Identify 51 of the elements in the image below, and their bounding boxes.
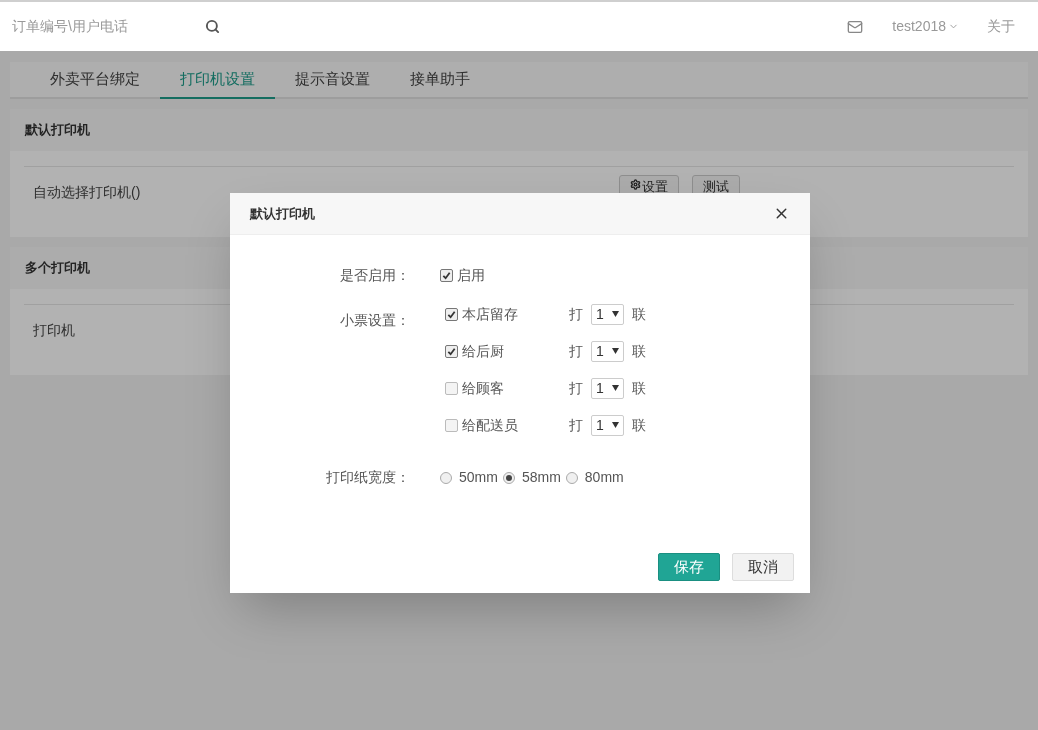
copies-select[interactable]: 1 bbox=[591, 340, 624, 362]
field-label: 是否启用： bbox=[339, 265, 410, 285]
search-field[interactable]: 订单编号\用户电话 bbox=[12, 16, 192, 37]
copies-unit: 联 bbox=[632, 304, 646, 324]
radio-label: 50mm bbox=[459, 468, 498, 487]
printer-name: 自动选择打印机() bbox=[33, 183, 141, 202]
cancel-button[interactable]: 取消 bbox=[732, 553, 794, 581]
checkbox-label: 给顾客 bbox=[462, 378, 504, 398]
checkmark-icon bbox=[442, 270, 451, 280]
tab[interactable]: 提示音设置 bbox=[275, 62, 390, 99]
dropdown-arrow-icon bbox=[612, 385, 619, 391]
printer-name: 打印机 bbox=[33, 321, 75, 340]
gear-icon bbox=[630, 179, 641, 190]
copies-unit: 联 bbox=[632, 378, 646, 398]
dropdown-arrow-icon bbox=[612, 311, 619, 317]
radio-label: 80mm bbox=[584, 468, 624, 487]
copies-select[interactable]: 1 bbox=[591, 377, 624, 399]
print-label: 打 bbox=[569, 378, 583, 398]
print-label: 打 bbox=[569, 415, 583, 435]
copies-unit: 联 bbox=[632, 415, 646, 435]
copies-select[interactable]: 1 bbox=[591, 414, 624, 436]
panel-title: 多个打印机 bbox=[25, 259, 90, 278]
checkbox-label: 启用 bbox=[457, 265, 485, 285]
checkbox[interactable] bbox=[445, 381, 458, 395]
print-label: 打 bbox=[569, 341, 583, 361]
dialog-title: 默认打印机 bbox=[250, 204, 315, 223]
radio-button[interactable] bbox=[440, 471, 452, 484]
copies-select[interactable]: 1 bbox=[591, 303, 624, 325]
tab[interactable]: 接单助手 bbox=[390, 62, 490, 99]
field-label: 小票设置： bbox=[339, 311, 410, 330]
checkbox-label: 给后厨 bbox=[462, 341, 504, 361]
checkmark-icon bbox=[447, 309, 456, 319]
panel-title: 默认打印机 bbox=[25, 121, 90, 140]
dropdown-arrow-icon bbox=[612, 422, 619, 428]
mail-icon[interactable] bbox=[847, 18, 864, 35]
checkbox-label: 给配送员 bbox=[462, 415, 518, 435]
radio-label: 58mm bbox=[521, 468, 561, 487]
checkbox[interactable] bbox=[445, 418, 458, 432]
print-label: 打 bbox=[569, 304, 583, 324]
checkmark-icon bbox=[447, 346, 456, 356]
field-label: 打印纸宽度： bbox=[325, 468, 410, 487]
checkbox-label: 本店留存 bbox=[462, 304, 518, 324]
dropdown-arrow-icon bbox=[612, 348, 619, 354]
tab[interactable]: 外卖平台绑定 bbox=[30, 62, 160, 99]
copies-unit: 联 bbox=[632, 341, 646, 361]
radio-button[interactable] bbox=[565, 471, 578, 484]
checkbox[interactable] bbox=[445, 307, 458, 321]
checkbox[interactable] bbox=[445, 344, 458, 358]
checkbox[interactable] bbox=[440, 268, 453, 282]
radio-button[interactable] bbox=[502, 471, 515, 484]
search-icon[interactable] bbox=[205, 19, 220, 34]
